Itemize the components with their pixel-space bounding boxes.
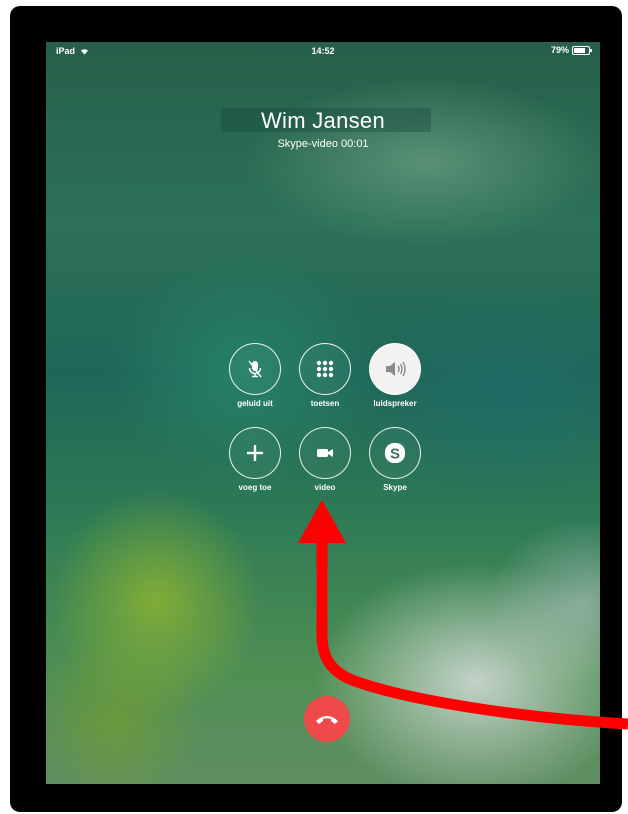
keypad-button[interactable]: toetsen bbox=[290, 343, 360, 408]
add-call-button[interactable]: voeg toe bbox=[220, 427, 290, 492]
microphone-mute-icon bbox=[248, 360, 262, 378]
caller-name: Wim Jansen bbox=[260, 108, 386, 133]
svg-text:S: S bbox=[390, 446, 400, 463]
battery-icon bbox=[572, 45, 592, 55]
battery-fill bbox=[574, 47, 586, 53]
speaker-button[interactable]: luidspreker bbox=[360, 343, 430, 408]
speaker-label: luidspreker bbox=[373, 399, 417, 408]
battery-percent: 79% bbox=[550, 45, 569, 55]
skype-icon: S bbox=[385, 443, 405, 463]
speaker-button-circle[interactable] bbox=[369, 343, 421, 395]
keypad-label: toetsen bbox=[310, 399, 340, 408]
keypad-icon bbox=[316, 360, 334, 378]
video-button-circle[interactable] bbox=[299, 427, 351, 479]
skype-button[interactable]: S Skype bbox=[360, 427, 430, 492]
keypad-button-circle[interactable] bbox=[299, 343, 351, 395]
call-screen: iPad 14:52 79% Wim Jansen Skype-video 00… bbox=[46, 42, 600, 784]
video-label: video bbox=[314, 483, 336, 492]
skype-button-circle[interactable]: S bbox=[369, 427, 421, 479]
video-camera-icon bbox=[317, 449, 333, 457]
skype-label: Skype bbox=[383, 483, 407, 492]
end-call-button[interactable] bbox=[304, 696, 350, 742]
ipad-frame: iPad 14:52 79% Wim Jansen Skype-video 00… bbox=[10, 6, 622, 812]
mute-button-circle[interactable] bbox=[229, 343, 281, 395]
video-button[interactable]: video bbox=[290, 427, 360, 492]
mute-button[interactable]: geluid uit bbox=[220, 343, 290, 408]
speaker-icon bbox=[386, 361, 406, 377]
add-call-button-circle[interactable] bbox=[229, 427, 281, 479]
phone-hangup-icon bbox=[316, 716, 338, 724]
call-status: Skype-video 00:01 bbox=[277, 138, 369, 150]
plus-icon bbox=[247, 445, 263, 461]
battery-tip bbox=[590, 48, 592, 52]
status-time: 14:52 bbox=[311, 46, 335, 56]
status-right: 79% bbox=[550, 45, 592, 55]
status-bar: iPad 14:52 79% bbox=[46, 42, 600, 60]
add-call-label: voeg toe bbox=[238, 483, 272, 492]
mute-label: geluid uit bbox=[237, 399, 273, 408]
